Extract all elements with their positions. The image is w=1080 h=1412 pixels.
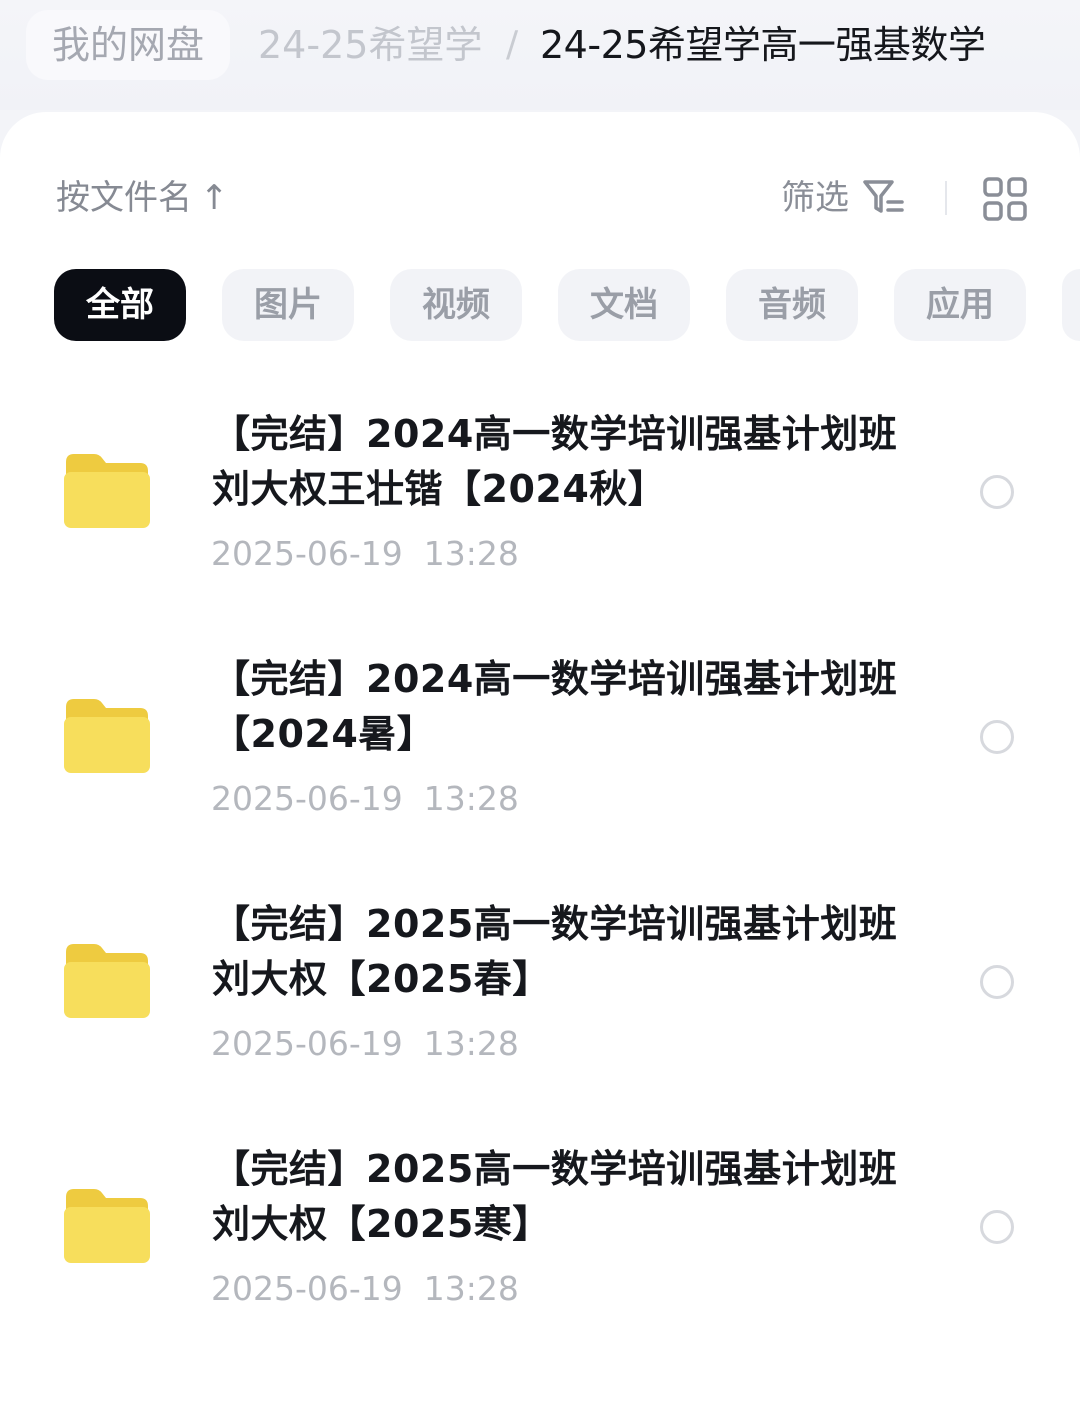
list-item[interactable]: 【完结】2025高一数学培训强基计划班刘大权【2025寒】 2025-06-19… [0, 1125, 1080, 1370]
list-item[interactable]: 【完结】2024高一数学培训强基计划班刘大权王壮锴【2024秋】 2025-06… [0, 390, 1080, 635]
breadcrumb-root-my-drive[interactable]: 我的网盘 [26, 10, 231, 80]
file-name: 【完结】2024高一数学培训强基计划班刘大权王壮锴【2024秋】 [212, 412, 898, 511]
file-name: 【完结】2024高一数学培训强基计划班【2024暑】 [212, 657, 898, 756]
category-tab-audio[interactable]: 音频 [726, 269, 858, 341]
folder-icon [64, 1189, 150, 1263]
file-date: 2025-06-19 13:28 [211, 534, 519, 573]
select-radio[interactable] [980, 720, 1014, 754]
list-item[interactable]: 【完结】2024高一数学培训强基计划班【2024暑】 2025-06-19 13… [0, 635, 1080, 880]
filter-button-label[interactable]: 筛选 [781, 172, 849, 224]
folder-icon [64, 944, 150, 1018]
sort-by-name-button[interactable]: 按文件名 ↑ [56, 172, 229, 224]
file-name: 【完结】2025高一数学培训强基计划班刘大权【2025春】 [212, 902, 898, 1001]
select-radio[interactable] [980, 475, 1014, 509]
category-tab-more[interactable] [1062, 269, 1080, 341]
category-tab-apps[interactable]: 应用 [894, 269, 1026, 341]
breadcrumb-parent-folder[interactable]: 24-25希望学 [258, 10, 482, 80]
category-tab-images[interactable]: 图片 [222, 269, 354, 341]
select-radio[interactable] [980, 1210, 1014, 1244]
file-name: 【完结】2025高一数学培训强基计划班刘大权【2025寒】 [212, 1147, 898, 1246]
file-date: 2025-06-19 13:28 [211, 1269, 519, 1308]
select-radio[interactable] [980, 965, 1014, 999]
file-date: 2025-06-19 13:28 [211, 1024, 519, 1063]
breadcrumb: 我的网盘 24-25希望学 / 24-25希望学高一强基数学 [0, 0, 1080, 110]
category-tab-all[interactable]: 全部 [54, 269, 186, 341]
grid-view-icon[interactable] [982, 176, 1028, 222]
list-item[interactable]: 【完结】2025高一数学培训强基计划班刘大权【2025春】 2025-06-19… [0, 880, 1080, 1125]
breadcrumb-separator: / [506, 24, 519, 65]
folder-icon [64, 699, 150, 773]
filter-icon[interactable] [862, 178, 906, 218]
breadcrumb-current-folder: 24-25希望学高一强基数学 [540, 23, 986, 67]
file-date: 2025-06-19 13:28 [211, 779, 519, 818]
folder-icon [64, 454, 150, 528]
sort-label: 按文件名 [56, 178, 192, 218]
sort-ascending-icon: ↑ [200, 178, 229, 218]
category-tab-documents[interactable]: 文档 [558, 269, 690, 341]
toolbar-divider [945, 181, 947, 215]
category-tab-videos[interactable]: 视频 [390, 269, 522, 341]
